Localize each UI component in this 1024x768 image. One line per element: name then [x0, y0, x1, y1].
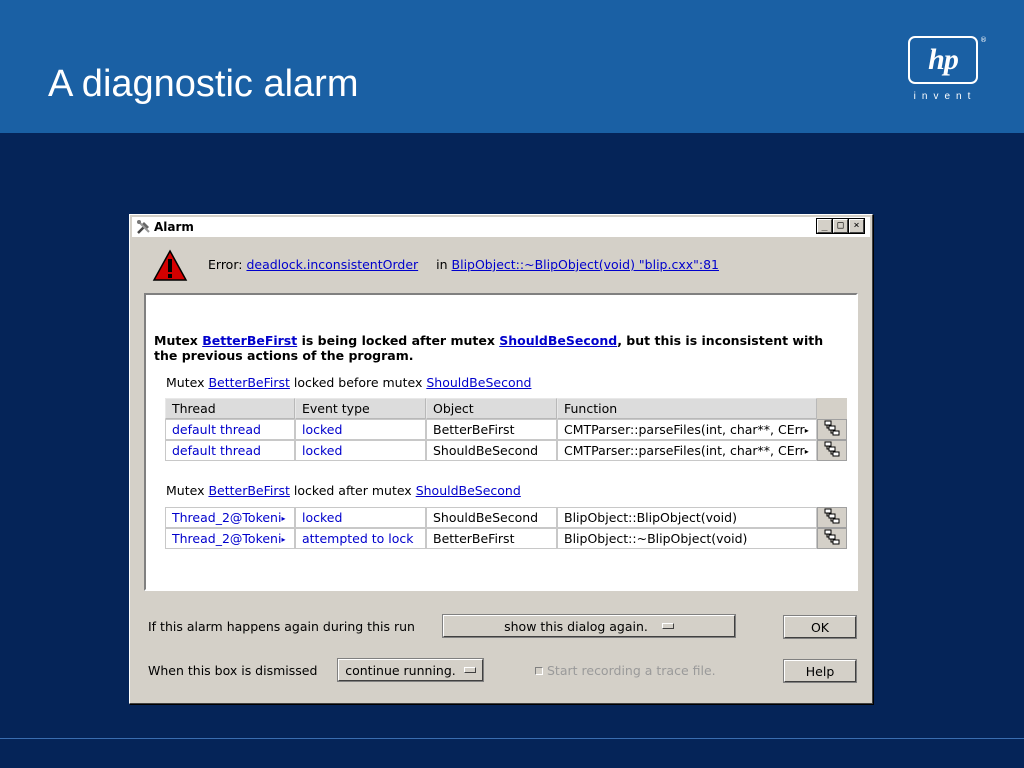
dismiss-option-dropdown[interactable]: continue running.: [337, 658, 484, 682]
function-cell: BlipObject::~BlipObject(void): [557, 528, 817, 549]
function-cell: CMTParser::parseFiles(int, char**, CErr▸: [557, 419, 817, 440]
heading-part: Mutex: [166, 375, 209, 390]
column-header-function[interactable]: Function: [557, 398, 817, 419]
heading-part: locked after mutex: [289, 483, 416, 498]
function-cell: CMTParser::parseFiles(int, char**, CErr▸: [557, 440, 817, 461]
function-text: CMTParser::parseFiles(int, char**, CErr: [564, 443, 805, 458]
table-row[interactable]: Thread_2@Tokeni▸ locked ShouldBeSecond B…: [165, 507, 847, 528]
summary-part: is being locked after mutex: [297, 333, 500, 348]
truncation-arrow-icon: ▸: [281, 514, 286, 523]
warning-triangle-icon: [152, 249, 188, 283]
stack-trace-button[interactable]: [817, 507, 847, 528]
column-header-object[interactable]: Object: [426, 398, 557, 419]
event-cell: attempted to lock: [295, 528, 426, 549]
window-buttons: _ □ ×: [816, 218, 865, 234]
thread-cell[interactable]: Thread_2@Tokeni▸: [165, 528, 295, 549]
heading-mutex-link[interactable]: BetterBeFirst: [208, 483, 289, 498]
dismiss-option-value: continue running.: [345, 662, 456, 678]
event-cell: locked: [295, 440, 426, 461]
repeat-label: If this alarm happens again during this …: [148, 619, 415, 634]
error-location-link[interactable]: BlipObject::~BlipObject(void) "blip.cxx"…: [452, 257, 719, 272]
stack-trace-icon: [824, 420, 840, 436]
truncation-arrow-icon: ▸: [804, 447, 809, 456]
event-cell: locked: [295, 507, 426, 528]
stack-trace-button[interactable]: [817, 528, 847, 549]
hp-logo-mark: hp: [908, 36, 978, 84]
stack-trace-button[interactable]: [817, 419, 847, 440]
stack-trace-icon: [824, 529, 840, 545]
object-cell: BetterBeFirst: [426, 419, 557, 440]
error-line: Error: deadlock.inconsistentOrder in Bli…: [208, 257, 719, 272]
error-code-link[interactable]: deadlock.inconsistentOrder: [246, 257, 418, 272]
repeat-option-dropdown[interactable]: show this dialog again.: [442, 614, 736, 638]
stack-trace-button[interactable]: [817, 440, 847, 461]
thread-text: Thread_2@Tokeni: [172, 510, 282, 525]
thread-cell[interactable]: default thread: [165, 419, 295, 440]
summary-mutex-link-1[interactable]: BetterBeFirst: [202, 333, 297, 348]
alarm-dialog: Alarm _ □ × Error: deadlock.inconsistent…: [129, 214, 873, 704]
column-header-event[interactable]: Event type: [295, 398, 426, 419]
section-heading-after: Mutex BetterBeFirst locked after mutex S…: [166, 483, 521, 498]
table-row[interactable]: default thread locked ShouldBeSecond CMT…: [165, 440, 847, 461]
error-prefix: Error:: [208, 257, 243, 272]
dialog-titlebar[interactable]: Alarm _ □ ×: [132, 217, 870, 237]
object-cell: ShouldBeSecond: [426, 507, 557, 528]
truncation-arrow-icon: ▸: [804, 426, 809, 435]
trace-file-label: Start recording a trace file.: [547, 663, 716, 678]
event-cell: locked: [295, 419, 426, 440]
repeat-option-value: show this dialog again.: [504, 618, 648, 634]
ok-button[interactable]: OK: [783, 615, 857, 639]
summary-part: Mutex: [154, 333, 203, 348]
table-row[interactable]: default thread locked BetterBeFirst CMTP…: [165, 419, 847, 440]
table-header-row: Thread Event type Object Function: [165, 398, 847, 419]
stack-trace-icon: [824, 441, 840, 457]
dialog-title: Alarm: [154, 220, 194, 234]
hp-logo-text: hp: [928, 43, 959, 76]
help-button[interactable]: Help: [783, 659, 857, 683]
heading-mutex-link[interactable]: BetterBeFirst: [208, 375, 289, 390]
registered-mark: ®: [980, 36, 987, 44]
column-header-spacer: [817, 398, 847, 419]
heading-part: Mutex: [166, 483, 209, 498]
section-heading-before: Mutex BetterBeFirst locked before mutex …: [166, 375, 531, 390]
alarm-tools-icon: [136, 219, 152, 235]
maximize-button[interactable]: □: [832, 218, 849, 234]
summary-text: Mutex BetterBeFirst is being locked afte…: [154, 333, 834, 363]
column-header-thread[interactable]: Thread: [165, 398, 295, 419]
heading-mutex-link[interactable]: ShouldBeSecond: [416, 483, 521, 498]
heading-part: locked before mutex: [289, 375, 427, 390]
stack-trace-icon: [824, 508, 840, 524]
trace-file-option[interactable]: Start recording a trace file.: [535, 663, 716, 678]
error-row: Error: deadlock.inconsistentOrder in Bli…: [148, 245, 868, 285]
summary-mutex-link-2[interactable]: ShouldBeSecond: [499, 333, 617, 348]
table-row[interactable]: Thread_2@Tokeni▸ attempted to lock Bette…: [165, 528, 847, 549]
footer-rule: [0, 738, 1024, 739]
dismiss-label: When this box is dismissed: [148, 663, 318, 678]
slide-title: A diagnostic alarm: [48, 63, 359, 105]
events-table-before: Thread Event type Object Function defaul…: [165, 398, 847, 461]
object-cell: ShouldBeSecond: [426, 440, 557, 461]
function-text: CMTParser::parseFiles(int, char**, CErr: [564, 422, 805, 437]
thread-cell[interactable]: Thread_2@Tokeni▸: [165, 507, 295, 528]
hp-logo: hp ® invent: [906, 36, 987, 106]
dropdown-indicator-icon: [463, 667, 476, 673]
function-cell: BlipObject::BlipObject(void): [557, 507, 817, 528]
hp-tagline: invent: [913, 91, 977, 102]
close-button[interactable]: ×: [848, 218, 865, 234]
dropdown-indicator-icon: [661, 623, 674, 629]
truncation-arrow-icon: ▸: [281, 535, 286, 544]
events-table-after: Thread_2@Tokeni▸ locked ShouldBeSecond B…: [165, 507, 847, 549]
object-cell: BetterBeFirst: [426, 528, 557, 549]
thread-cell[interactable]: default thread: [165, 440, 295, 461]
thread-text: Thread_2@Tokeni: [172, 531, 282, 546]
trace-file-checkbox[interactable]: [535, 666, 543, 675]
minimize-button[interactable]: _: [816, 218, 833, 234]
error-in-label: in: [436, 257, 448, 272]
details-panel: Mutex BetterBeFirst is being locked afte…: [144, 293, 858, 591]
heading-mutex-link[interactable]: ShouldBeSecond: [426, 375, 531, 390]
